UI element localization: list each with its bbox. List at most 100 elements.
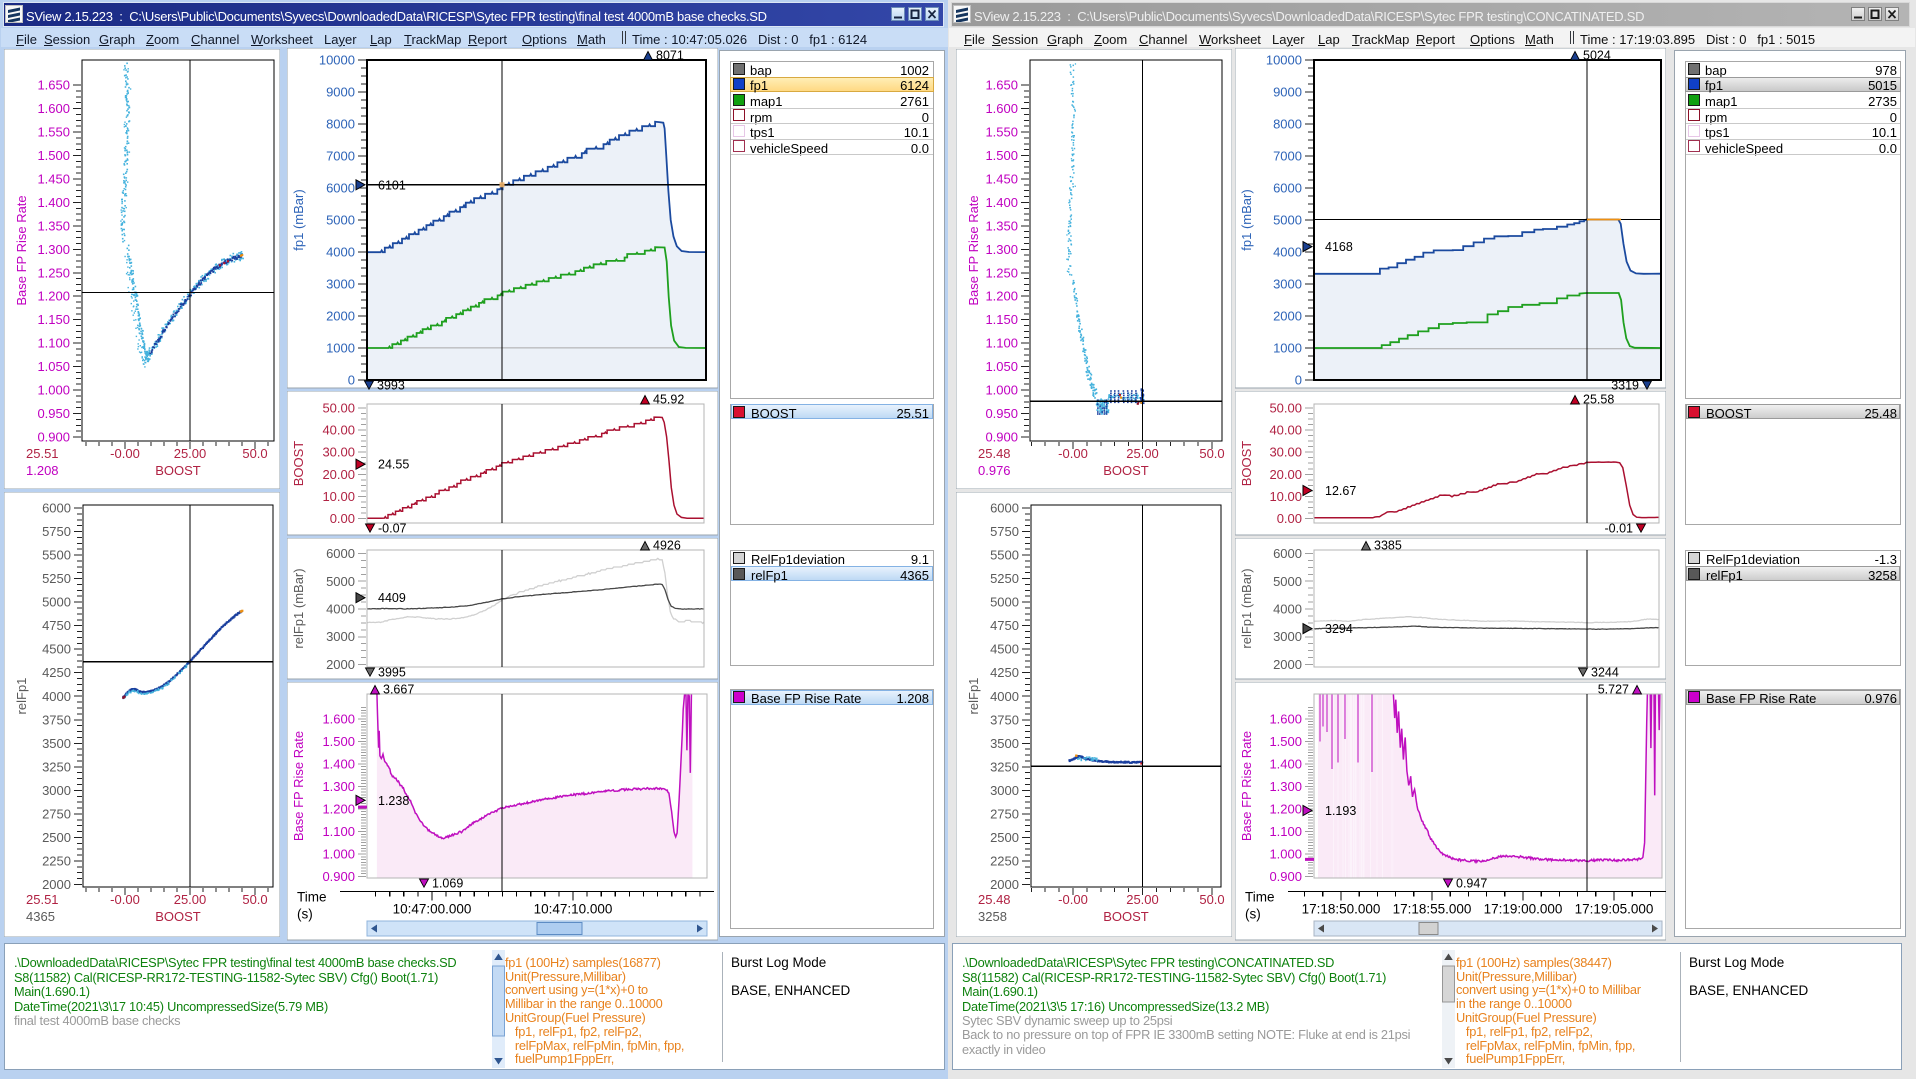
svg-text:3385: 3385 <box>1374 539 1402 553</box>
svg-text:3250: 3250 <box>42 759 71 774</box>
svg-text:1.000: 1.000 <box>985 383 1018 398</box>
svg-text:BOOST: BOOST <box>1103 909 1149 924</box>
svg-text:Base FP Rise Rate: Base FP Rise Rate <box>1239 731 1254 841</box>
svg-text:relFp1 (mBar): relFp1 (mBar) <box>291 568 306 648</box>
svg-text:3750: 3750 <box>990 712 1019 727</box>
svg-text:2750: 2750 <box>42 806 71 821</box>
svg-text:1.100: 1.100 <box>322 824 355 839</box>
svg-text:10:47:00.000: 10:47:00.000 <box>393 902 472 917</box>
svg-text:1.350: 1.350 <box>985 218 1018 233</box>
svg-text:1.350: 1.350 <box>37 218 70 233</box>
svg-text:1.050: 1.050 <box>985 359 1018 374</box>
svg-text:2750: 2750 <box>990 806 1019 821</box>
svg-text:30.00: 30.00 <box>1269 445 1302 460</box>
svg-text:30.00: 30.00 <box>322 445 355 460</box>
svg-text:3500: 3500 <box>990 736 1019 751</box>
svg-text:3258: 3258 <box>978 909 1007 924</box>
svg-text:5750: 5750 <box>990 524 1019 539</box>
svg-text:1.500: 1.500 <box>322 734 355 749</box>
svg-text:1.450: 1.450 <box>37 171 70 186</box>
svg-text:50.00: 50.00 <box>1269 401 1302 416</box>
svg-text:5500: 5500 <box>990 548 1019 563</box>
svg-text:6000: 6000 <box>326 181 355 196</box>
svg-text:17:18:50.000: 17:18:50.000 <box>1302 902 1381 917</box>
svg-text:8000: 8000 <box>1273 117 1302 132</box>
svg-text:25.00: 25.00 <box>174 892 207 907</box>
svg-text:3750: 3750 <box>42 712 71 727</box>
svg-text:4926: 4926 <box>653 539 681 553</box>
svg-text:25.48: 25.48 <box>978 892 1011 907</box>
svg-text:7000: 7000 <box>1273 149 1302 164</box>
svg-text:10000: 10000 <box>319 53 355 68</box>
svg-text:25.00: 25.00 <box>1126 892 1159 907</box>
svg-text:0.900: 0.900 <box>37 430 70 445</box>
svg-text:50.0: 50.0 <box>242 892 267 907</box>
svg-text:4000: 4000 <box>42 689 71 704</box>
svg-text:9000: 9000 <box>1273 85 1302 100</box>
svg-text:3.667: 3.667 <box>383 683 414 697</box>
svg-text:45.92: 45.92 <box>653 393 684 407</box>
svg-text:1000: 1000 <box>326 341 355 356</box>
svg-text:1.193: 1.193 <box>1325 804 1356 818</box>
svg-text:6000: 6000 <box>990 501 1019 516</box>
svg-text:relFp1: relFp1 <box>966 678 981 715</box>
svg-text:1.200: 1.200 <box>1269 801 1302 816</box>
svg-text:5500: 5500 <box>42 548 71 563</box>
svg-text:8000: 8000 <box>326 117 355 132</box>
svg-text:25.00: 25.00 <box>1126 446 1159 461</box>
svg-text:5000: 5000 <box>1273 574 1302 589</box>
svg-text:(s): (s) <box>297 907 313 922</box>
svg-text:25.51: 25.51 <box>26 446 59 461</box>
svg-text:10.00: 10.00 <box>322 489 355 504</box>
svg-text:3000: 3000 <box>990 783 1019 798</box>
svg-text:4409: 4409 <box>378 591 406 605</box>
svg-text:BOOST: BOOST <box>1103 463 1149 478</box>
svg-text:2250: 2250 <box>42 854 71 869</box>
svg-text:6000: 6000 <box>1273 546 1302 561</box>
svg-text:50.0: 50.0 <box>242 446 267 461</box>
svg-text:1.238: 1.238 <box>378 794 409 808</box>
svg-text:-0.00: -0.00 <box>1058 446 1088 461</box>
svg-text:1.300: 1.300 <box>37 242 70 257</box>
svg-text:4000: 4000 <box>326 602 355 617</box>
svg-text:2000: 2000 <box>990 877 1019 892</box>
svg-text:4000: 4000 <box>326 245 355 260</box>
svg-text:5000: 5000 <box>1273 213 1302 228</box>
svg-text:25.00: 25.00 <box>174 446 207 461</box>
svg-text:Base FP Rise Rate: Base FP Rise Rate <box>14 195 29 305</box>
svg-text:-0.07: -0.07 <box>378 522 407 536</box>
svg-text:5000: 5000 <box>42 595 71 610</box>
svg-text:1.550: 1.550 <box>37 125 70 140</box>
svg-text:2000: 2000 <box>326 657 355 672</box>
svg-text:0.900: 0.900 <box>1269 869 1302 884</box>
svg-text:24.55: 24.55 <box>378 458 409 472</box>
svg-text:1.600: 1.600 <box>322 711 355 726</box>
svg-text:6101: 6101 <box>378 178 406 192</box>
svg-text:1.000: 1.000 <box>322 847 355 862</box>
svg-text:1.500: 1.500 <box>37 148 70 163</box>
svg-text:5.727: 5.727 <box>1598 683 1629 697</box>
svg-text:1000: 1000 <box>1273 341 1302 356</box>
svg-text:2000: 2000 <box>1273 309 1302 324</box>
svg-text:50.0: 50.0 <box>1199 892 1224 907</box>
svg-text:17:19:05.000: 17:19:05.000 <box>1575 902 1654 917</box>
svg-text:4500: 4500 <box>990 642 1019 657</box>
svg-text:3500: 3500 <box>42 736 71 751</box>
svg-text:5000: 5000 <box>990 595 1019 610</box>
svg-text:1.650: 1.650 <box>37 78 70 93</box>
svg-text:-0.01: -0.01 <box>1605 522 1634 536</box>
svg-text:Base FP Rise Rate: Base FP Rise Rate <box>966 195 981 305</box>
svg-text:4000: 4000 <box>1273 245 1302 260</box>
svg-text:BOOST: BOOST <box>1239 441 1254 487</box>
svg-text:0.00: 0.00 <box>330 511 355 526</box>
svg-text:7000: 7000 <box>326 149 355 164</box>
svg-text:1.400: 1.400 <box>1269 756 1302 771</box>
svg-text:BOOST: BOOST <box>291 441 306 487</box>
svg-text:(s): (s) <box>1245 907 1261 922</box>
svg-text:5024: 5024 <box>1583 49 1611 63</box>
svg-text:1.600: 1.600 <box>985 101 1018 116</box>
svg-text:4250: 4250 <box>990 665 1019 680</box>
svg-text:BOOST: BOOST <box>155 463 201 478</box>
svg-text:BOOST: BOOST <box>155 909 201 924</box>
svg-text:6000: 6000 <box>1273 181 1302 196</box>
